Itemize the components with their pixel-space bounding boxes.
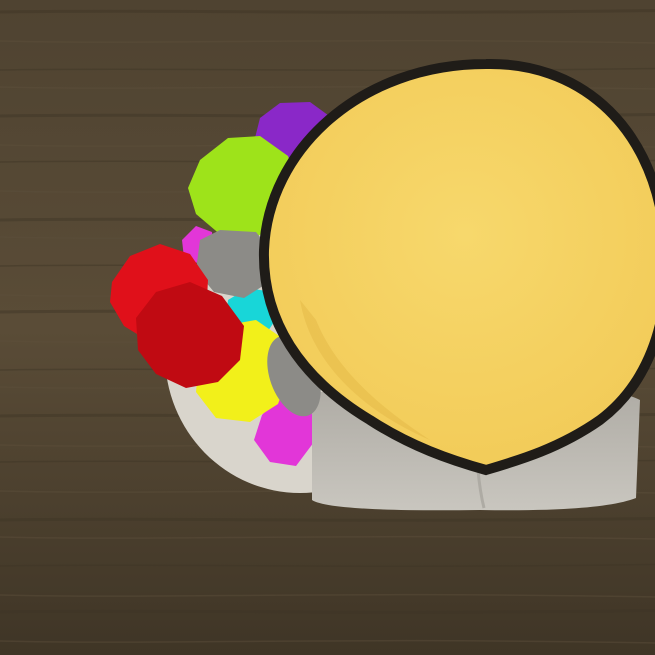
item-render-canvas — [0, 0, 655, 655]
wood-grain-line — [0, 609, 655, 614]
wood-grain-line — [0, 9, 655, 14]
wood-grain-line — [0, 517, 655, 522]
game-viewport — [0, 0, 655, 655]
